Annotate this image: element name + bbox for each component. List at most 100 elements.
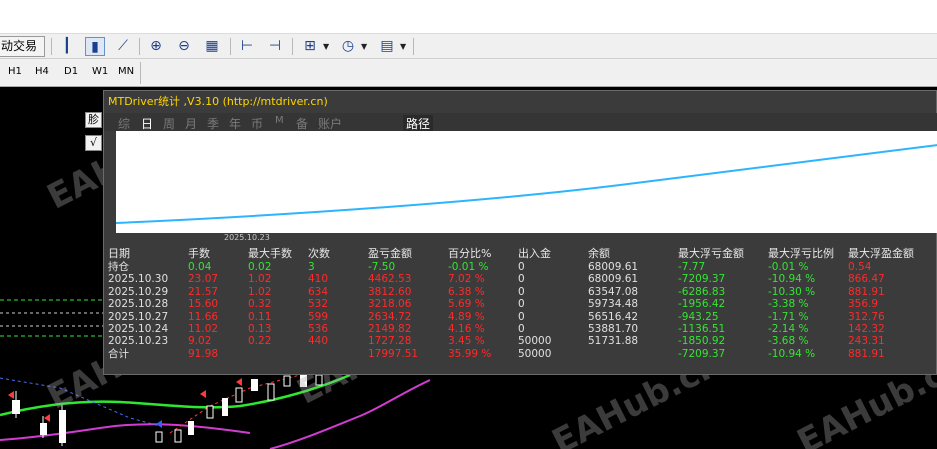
timeframe-h1[interactable]: H1	[8, 66, 22, 77]
table-cell-maxlots: 0.02	[248, 261, 272, 273]
stats-panel: MTDriver统计 ,V3.10 (http://mtdriver.cn) 综…	[103, 90, 937, 375]
table-cell-pct: 4.16 %	[448, 323, 485, 335]
tab-magic[interactable]: M	[275, 115, 284, 126]
toolbar-separator	[292, 38, 293, 55]
chevron-down-icon[interactable]: ▼	[323, 37, 329, 56]
table-cell-count: 634	[308, 285, 329, 298]
table-cell-mdd: -7209.37	[678, 273, 726, 286]
table-cell-pnl: -7.50	[368, 261, 396, 273]
table-cell-io: 50000	[518, 335, 552, 348]
timeframe-toolbar: H1 H4 D1 W1 MN	[0, 59, 937, 87]
table-row: 2025.10.30 23.07 1.02 410 4462.53 7.02 % 0 6800…	[104, 273, 937, 285]
header-cell: 出入金	[518, 247, 551, 260]
table-cell-maxlots: 1.02	[248, 285, 272, 298]
tab-day[interactable]: 日	[141, 115, 153, 132]
table-cell-count: 3	[308, 261, 315, 273]
clock-icon[interactable]: ◷	[338, 37, 358, 56]
table-row: 2025.10.28 15.60 0.32 532 3218.06 5.69 % 0 5973…	[104, 298, 937, 310]
zoom-out-icon[interactable]: ⊖	[174, 37, 194, 56]
tab-month[interactable]: 月	[185, 115, 197, 132]
table-cell-io: 0	[518, 310, 525, 323]
table-cell-mddpct: -0.01 %	[768, 261, 809, 273]
table-cell-mdd: -7.77	[678, 261, 706, 273]
table-cell-mdd: -1850.92	[678, 335, 726, 348]
autoscroll-icon[interactable]: ⊣	[265, 37, 285, 56]
table-cell-mddpct: -1.71 %	[768, 310, 809, 323]
tab-account[interactable]: 账户	[318, 115, 342, 132]
table-cell-date: 合计	[108, 347, 129, 360]
chevron-down-icon[interactable]: ▼	[361, 37, 367, 56]
table-row: 2025.10.24 11.02 0.13 536 2149.82 4.16 % 0 5388…	[104, 323, 937, 335]
table-cell-pct: 4.89 %	[448, 310, 485, 323]
table-cell-io: 0	[518, 261, 525, 273]
toolbar-separator	[413, 38, 414, 55]
table-cell-bal: 56516.42	[588, 310, 639, 323]
table-row: 2025.10.29 21.57 1.02 634 3812.60 6.38 % 0 6354…	[104, 286, 937, 298]
templates-icon[interactable]: ▤	[377, 37, 397, 56]
autotrade-button[interactable]: 动交易	[0, 36, 45, 57]
table-cell-count: 599	[308, 310, 329, 323]
table-cell-mfe: 0.54	[848, 261, 872, 273]
header-cell: 余额	[588, 247, 610, 260]
side-button-1[interactable]: 胗	[85, 112, 102, 128]
candlestick-icon[interactable]: ▮	[85, 37, 105, 56]
header-cell: 最大浮亏金额	[678, 247, 744, 260]
table-cell-date: 2025.10.30	[108, 273, 169, 286]
table-cell-bal: 53881.70	[588, 323, 639, 335]
table-cell-lots: 21.57	[188, 285, 219, 298]
table-cell-mdd: -7209.37	[678, 347, 726, 360]
table-cell-mfe: 356.9	[848, 298, 879, 311]
chevron-down-icon[interactable]: ▼	[400, 37, 406, 56]
table-cell-io: 0	[518, 323, 525, 335]
tab-summary[interactable]: 综	[118, 115, 130, 132]
header-cell: 盈亏金额	[368, 247, 412, 260]
table-cell-lots: 23.07	[188, 273, 219, 286]
plot-date-label: 2025.10.23	[224, 233, 270, 242]
tab-year[interactable]: 年	[229, 115, 241, 132]
table-cell-mfe: 881.91	[848, 285, 885, 298]
table-cell-pct: 3.45 %	[448, 335, 485, 348]
zoom-in-icon[interactable]: ⊕	[146, 37, 166, 56]
table-cell-mddpct: -3.68 %	[768, 335, 809, 348]
table-cell-bal: 51731.88	[588, 335, 639, 348]
table-cell-io: 0	[518, 285, 525, 298]
table-cell-io: 0	[518, 298, 525, 311]
table-cell-mdd: -1956.42	[678, 298, 726, 311]
tab-note[interactable]: 备	[296, 115, 308, 132]
table-cell-pnl: 3812.60	[368, 285, 412, 298]
table-cell-bal: 59734.48	[588, 298, 639, 311]
table-cell-mddpct: -10.94 %	[768, 347, 816, 360]
tab-path[interactable]: 路径	[403, 115, 434, 132]
tile-windows-icon[interactable]: ▦	[202, 37, 222, 56]
table-cell-date: 持仓	[108, 261, 129, 273]
table-cell-mddpct: -10.94 %	[768, 273, 816, 286]
timeframe-h4[interactable]: H4	[35, 66, 49, 77]
timeframe-d1[interactable]: D1	[64, 66, 78, 77]
table-header: 日期 手数 最大手数 次数 盈亏金额 百分比% 出入金 余额 最大浮亏金额 最大…	[104, 248, 937, 260]
table-cell-pnl: 17997.51	[368, 347, 419, 360]
line-chart-icon[interactable]: ⟋	[113, 37, 133, 56]
table-cell-io: 50000	[518, 347, 552, 360]
indicators-icon[interactable]: ⊞	[300, 37, 320, 56]
header-cell: 最大浮亏比例	[768, 247, 834, 260]
table-row: 2025.10.27 11.66 0.11 599 2634.72 4.89 % 0 5651…	[104, 311, 937, 323]
timeframe-mn[interactable]: MN	[118, 66, 134, 77]
panel-title: MTDriver统计 ,V3.10 (http://mtdriver.cn)	[108, 95, 328, 108]
header-cell: 次数	[308, 247, 330, 260]
table-cell-mddpct: -2.14 %	[768, 323, 809, 335]
table-cell-lots: 91.98	[188, 347, 219, 360]
chart-shift-icon[interactable]: ⊢	[237, 37, 257, 56]
tab-week[interactable]: 周	[163, 115, 175, 132]
table-cell-lots: 9.02	[188, 335, 212, 348]
table-cell-pct: 5.69 %	[448, 298, 485, 311]
tab-quarter[interactable]: 季	[207, 115, 219, 132]
tab-currency[interactable]: 币	[251, 115, 263, 132]
table-cell-pct: -0.01 %	[448, 261, 489, 273]
timeframe-w1[interactable]: W1	[92, 66, 108, 77]
table-cell-mfe: 312.76	[848, 310, 885, 323]
table-cell-pct: 7.02 %	[448, 273, 485, 286]
table-cell-pnl: 3218.06	[368, 298, 412, 311]
bar-chart-icon[interactable]: ┃	[57, 37, 77, 56]
side-button-check[interactable]: √	[85, 135, 102, 151]
table-row: 2025.10.23 9.02 0.22 440 1727.28 3.45 % 50000 5…	[104, 335, 937, 347]
